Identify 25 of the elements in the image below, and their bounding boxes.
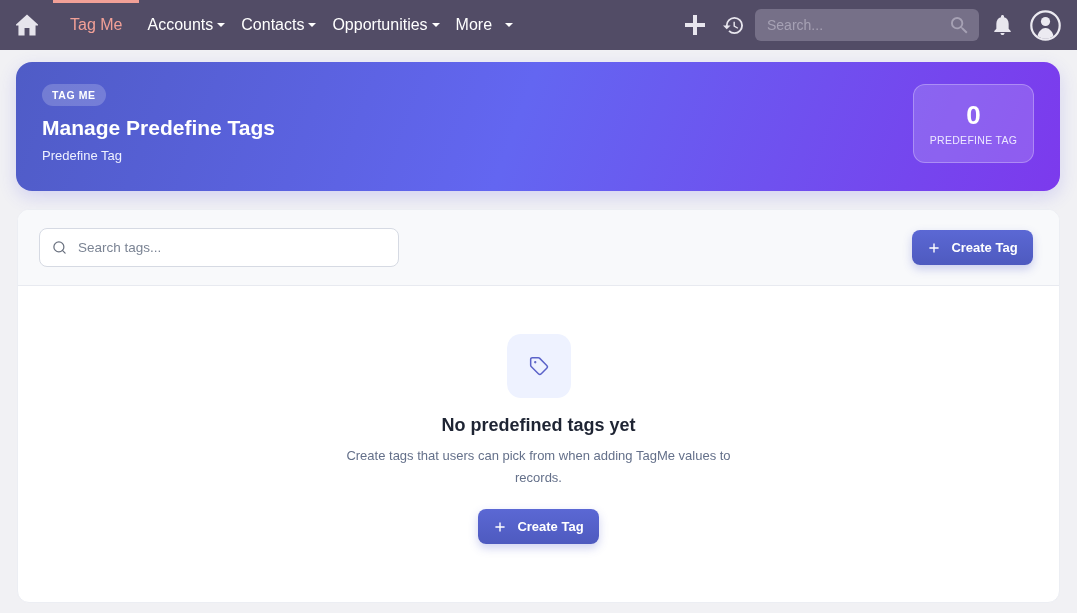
user-avatar[interactable]: [1030, 9, 1061, 41]
nav-tab[interactable]: Contacts: [233, 0, 325, 50]
add-button[interactable]: [685, 15, 705, 35]
nav-tab[interactable]: Opportunities: [324, 0, 448, 50]
module-badge: TAG ME: [42, 84, 106, 106]
page-title: Manage Predefine Tags: [42, 116, 275, 140]
nav-tab[interactable]: Accounts: [139, 0, 234, 50]
search-icon: [52, 240, 67, 255]
nav-tab[interactable]: Tag Me: [53, 0, 140, 50]
stat-label: PREDEFINE TAG: [929, 133, 1018, 146]
tag-search-field[interactable]: Search tags...: [39, 228, 399, 267]
search-icon: [951, 17, 968, 34]
create-tag-button[interactable]: Create Tag: [912, 230, 1033, 265]
plus-icon: [927, 240, 942, 255]
notifications-button[interactable]: [993, 15, 1012, 35]
stat-value: 0: [966, 101, 981, 128]
create-tag-button[interactable]: Create Tag: [478, 509, 599, 544]
page-subtitle: Predefine Tag: [42, 148, 122, 163]
plus-icon: [493, 519, 508, 534]
empty-state-description: Create tags that users can pick from when adding TagMe values to records.: [345, 447, 732, 487]
history-button[interactable]: [723, 15, 743, 35]
nav-tab[interactable]: More: [447, 0, 522, 50]
tag-icon: [506, 334, 571, 398]
home-icon[interactable]: [16, 14, 38, 36]
empty-state-title: No predefined tags yet: [441, 415, 636, 436]
